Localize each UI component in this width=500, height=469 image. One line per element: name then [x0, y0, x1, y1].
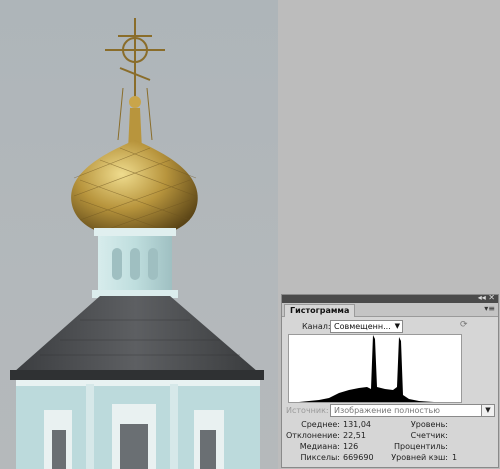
- stat-value-cache-level: 1: [452, 453, 458, 462]
- source-dropdown-button[interactable]: ▼: [481, 404, 495, 417]
- panel-menu-icon[interactable]: ▾≡: [484, 304, 495, 313]
- tab-histogram[interactable]: Гистограмма: [284, 304, 356, 317]
- stat-label-level: Уровень:: [410, 420, 448, 429]
- histogram-shape: [289, 335, 461, 402]
- histogram-plot: [289, 335, 461, 402]
- stat-value-pixels: 669690: [343, 453, 374, 462]
- histogram-graph: [288, 334, 462, 403]
- stat-label-deviation: Отклонение:: [286, 431, 340, 440]
- channel-label: Канал:: [302, 322, 331, 331]
- stat-label-cache-level: Уровней кэш:: [391, 453, 448, 462]
- collapse-icon[interactable]: ◂◂ ✕: [478, 293, 495, 302]
- stat-value-mean: 131,04: [343, 420, 371, 429]
- stat-label-median: Медиана:: [299, 442, 340, 451]
- chevron-down-icon: ▼: [394, 322, 400, 330]
- panel-title-bar[interactable]: ◂◂ ✕: [282, 293, 498, 303]
- stat-label-mean: Среднее:: [301, 420, 340, 429]
- stat-value-median: 126: [343, 442, 359, 451]
- stat-label-count: Счетчик:: [410, 431, 448, 440]
- channel-value: Совмещенн...: [334, 322, 391, 331]
- stat-label-pixels: Пикселы:: [300, 453, 341, 462]
- stat-value-deviation: 22,51: [343, 431, 366, 440]
- stat-label-percentile: Процентиль:: [394, 442, 448, 451]
- histogram-panel: ◂◂ ✕ Гистограмма ▾≡ Канал: Совмещенн... …: [281, 293, 499, 468]
- source-value: Изображение полностью: [334, 406, 440, 415]
- source-label: Источник:: [286, 406, 329, 415]
- church-dome-image: [10, 18, 264, 469]
- panel-tab-row: Гистограмма ▾≡: [282, 303, 498, 317]
- church-photo: [0, 0, 278, 469]
- channel-dropdown[interactable]: Совмещенн... ▼: [330, 320, 403, 333]
- refresh-icon[interactable]: ⟳: [460, 320, 468, 330]
- source-dropdown[interactable]: Изображение полностью: [330, 404, 483, 417]
